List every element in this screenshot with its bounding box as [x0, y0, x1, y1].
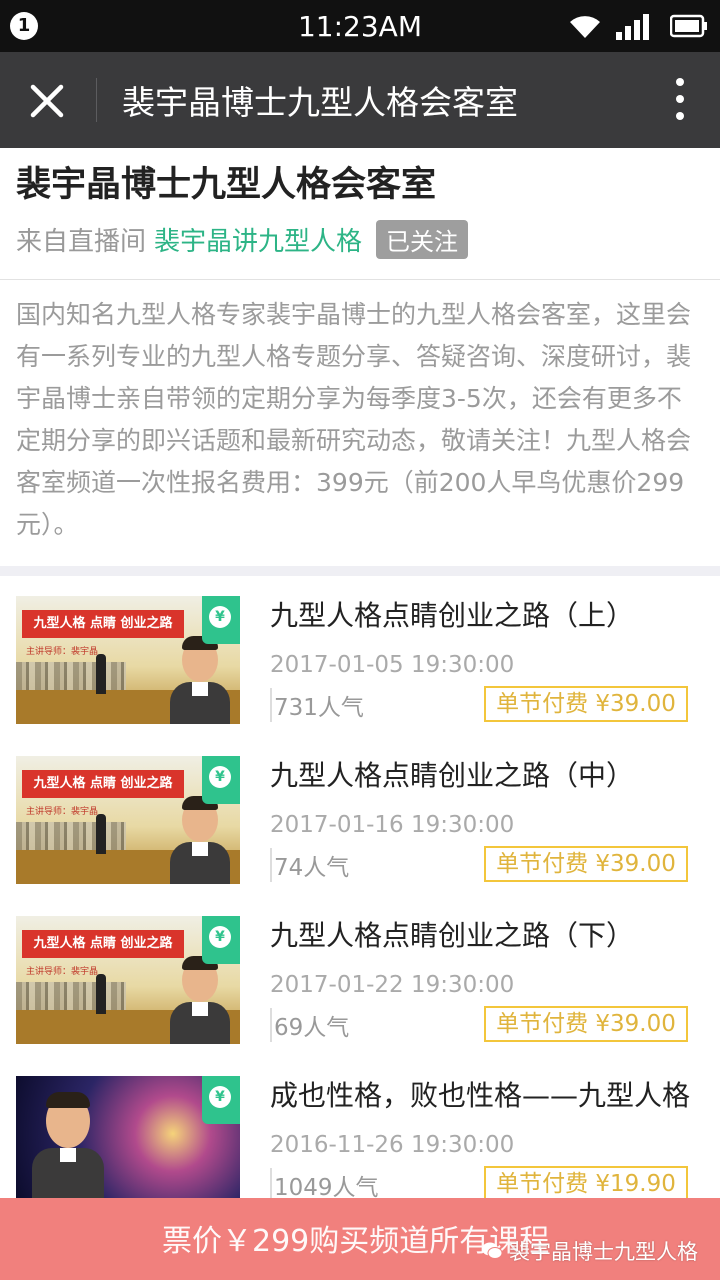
buy-all-courses-button[interactable]: 票价￥299购买频道所有课程 裴宇晶博士九型人格: [0, 1198, 720, 1280]
thumbnail-subtitle: 主讲导师：裴宇晶: [26, 807, 99, 817]
single-pay-button[interactable]: 单节付费 ¥39.00: [484, 846, 688, 882]
wechat-icon: [482, 1242, 503, 1259]
status-icons: [568, 10, 708, 42]
watermark-text: 裴宇晶博士九型人格: [509, 1240, 698, 1264]
speaker-photo: [170, 796, 230, 884]
thumbnail-banner: 九型人格 点睛 创业之路: [22, 930, 184, 958]
course-popularity: 1049人气: [270, 1168, 379, 1202]
nav-divider: [96, 78, 97, 122]
thumbnail-subtitle: 主讲导师：裴宇晶: [26, 967, 99, 977]
wechat-watermark: 裴宇晶博士九型人格: [481, 1236, 698, 1266]
course-popularity: 731人气: [270, 688, 364, 722]
nav-title: 裴宇晶博士九型人格会客室: [122, 83, 518, 122]
course-title: 九型人格点睛创业之路（下）: [270, 919, 635, 952]
thumbnail-banner: 九型人格 点睛 创业之路: [22, 770, 184, 798]
course-popularity: 74人气: [270, 848, 349, 882]
course-thumbnail: ¥: [16, 1076, 240, 1204]
course-date: 2017-01-05 19:30:00: [270, 652, 515, 678]
course-item[interactable]: 九型人格 点睛 创业之路 主讲导师：裴宇晶 ¥ 九型人格点睛创业之路（下） 20…: [0, 896, 720, 1056]
course-title: 成也性格，败也性格——九型人格: [270, 1079, 691, 1112]
course-item[interactable]: 九型人格 点睛 创业之路 主讲导师：裴宇晶 ¥ 九型人格点睛创业之路（上） 20…: [0, 576, 720, 736]
paid-icon: ¥: [202, 756, 240, 804]
course-thumbnail: 九型人格 点睛 创业之路 主讲导师：裴宇晶 ¥: [16, 596, 240, 724]
course-item[interactable]: ¥ 成也性格，败也性格——九型人格 2016-11-26 19:30:00 10…: [0, 1056, 720, 1216]
course-thumbnail: 九型人格 点睛 创业之路 主讲导师：裴宇晶 ¥: [16, 756, 240, 884]
course-date: 2017-01-22 19:30:00: [270, 972, 515, 998]
status-bar: 1 11:23AM: [0, 0, 720, 52]
course-popularity: 69人气: [270, 1008, 349, 1042]
signal-icon: [616, 14, 649, 40]
follow-status-button[interactable]: 已关注: [376, 220, 469, 259]
single-pay-button[interactable]: 单节付费 ¥39.00: [484, 686, 688, 722]
nav-bar: 裴宇晶博士九型人格会客室: [0, 52, 720, 148]
course-title: 九型人格点睛创业之路（中）: [270, 759, 635, 792]
paid-icon: ¥: [202, 916, 240, 964]
course-list: 九型人格 点睛 创业之路 主讲导师：裴宇晶 ¥ 九型人格点睛创业之路（上） 20…: [0, 576, 720, 1280]
paid-icon: ¥: [202, 1076, 240, 1124]
paid-icon: ¥: [202, 596, 240, 644]
more-vertical-icon[interactable]: [672, 78, 688, 124]
speaker-photo: [170, 636, 230, 724]
single-pay-button[interactable]: 单节付费 ¥19.90: [484, 1166, 688, 1202]
single-pay-button[interactable]: 单节付费 ¥39.00: [484, 1006, 688, 1042]
thumbnail-subtitle: 主讲导师：裴宇晶: [26, 647, 99, 657]
speaker-photo: [32, 1092, 104, 1204]
course-thumbnail: 九型人格 点睛 创业之路 主讲导师：裴宇晶 ¥: [16, 916, 240, 1044]
course-date: 2016-11-26 19:30:00: [270, 1132, 515, 1158]
wifi-icon: [570, 16, 600, 38]
channel-header: 裴宇晶博士九型人格会客室 来自直播间 裴宇晶讲九型人格 已关注: [0, 148, 720, 280]
course-item[interactable]: 九型人格 点睛 创业之路 主讲导师：裴宇晶 ¥ 九型人格点睛创业之路（中） 20…: [0, 736, 720, 896]
channel-source: 来自直播间 裴宇晶讲九型人格 已关注: [16, 220, 469, 259]
channel-description: 国内知名九型人格专家裴宇晶博士的九型人格会客室，这里会有一系列专业的九型人格专题…: [0, 280, 720, 566]
course-date: 2017-01-16 19:30:00: [270, 812, 515, 838]
channel-title: 裴宇晶博士九型人格会客室: [16, 165, 437, 205]
source-live-room-link[interactable]: 裴宇晶讲九型人格: [154, 221, 362, 258]
close-icon[interactable]: [22, 76, 72, 126]
battery-icon: [670, 14, 707, 38]
speaker-photo: [170, 956, 230, 1044]
source-prefix: 来自直播间: [16, 227, 147, 257]
thumbnail-banner: 九型人格 点睛 创业之路: [22, 610, 184, 638]
course-title: 九型人格点睛创业之路（上）: [270, 599, 635, 632]
